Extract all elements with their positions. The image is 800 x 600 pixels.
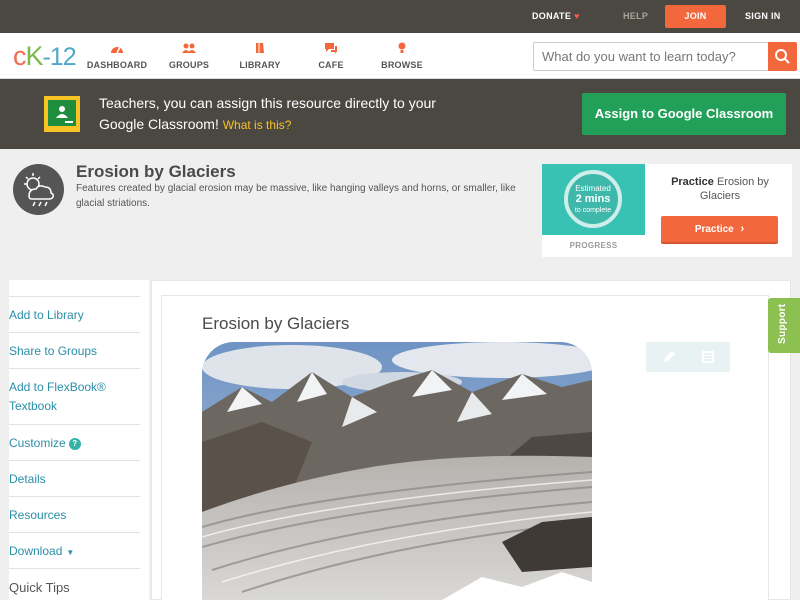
support-label: Support <box>777 303 788 344</box>
sidebar-item-add-to-library[interactable]: Add to Library <box>9 296 140 325</box>
content-title: Erosion by Glaciers <box>202 314 350 333</box>
heart-icon: ♥ <box>574 11 580 21</box>
help-icon[interactable]: ? <box>68 438 81 450</box>
download-label: Download <box>9 544 63 558</box>
library-icon <box>256 43 264 53</box>
nav-label: DASHBOARD <box>86 60 148 70</box>
customize-label: Customize <box>9 436 66 450</box>
chevron-right-icon: › <box>740 223 745 235</box>
cafe-icon <box>325 43 337 54</box>
annotation-toolbar <box>646 342 730 372</box>
google-classroom-icon <box>44 96 80 132</box>
estimated-minutes: 2 mins <box>575 193 611 205</box>
sidebar-item-customize[interactable]: Customize? <box>9 424 140 453</box>
caret-down-icon: ▼ <box>66 548 75 557</box>
assign-to-google-classroom-button[interactable]: Assign to Google Classroom <box>582 93 786 135</box>
sidebar-item-add-to-flexbook[interactable]: Add to FlexBook® Textbook <box>9 368 140 416</box>
ck12-logo[interactable]: cK-12 <box>13 41 77 72</box>
dashboard-icon <box>111 46 123 54</box>
nav-label: GROUPS <box>168 60 210 70</box>
search-button[interactable] <box>768 42 797 71</box>
sidebar-item-resources[interactable]: Resources <box>9 496 140 525</box>
sidebar: Add to Library Share to Groups Add to Fl… <box>9 280 149 600</box>
nav-item-browse[interactable]: BROWSE <box>367 42 437 70</box>
estimated-time-badge: Estimated 2 mins to complete <box>564 170 622 228</box>
search-input[interactable] <box>534 43 768 70</box>
classroom-banner-text: Teachers, you can assign this resource d… <box>99 93 459 136</box>
sidebar-item-download[interactable]: Download ▼ <box>9 532 140 562</box>
search-icon <box>775 49 790 64</box>
donate-label: DONATE <box>532 11 572 21</box>
search-box <box>533 42 797 71</box>
support-tab[interactable]: Support <box>768 298 800 353</box>
glacier-image <box>202 342 592 600</box>
browse-icon <box>398 42 406 53</box>
topic-description: Features created by glacial erosion may … <box>76 183 516 209</box>
practice-card: Estimated 2 mins to complete PROGRESS Pr… <box>542 164 792 257</box>
nav-label: CAFE <box>318 60 344 70</box>
sign-in-link[interactable]: SIGN IN <box>745 0 781 33</box>
help-link[interactable]: HELP <box>623 0 648 33</box>
what-is-this-link[interactable]: What is this? <box>223 118 292 132</box>
donate-link[interactable]: DONATE ♥ <box>532 0 580 33</box>
logo-12: -12 <box>42 43 77 71</box>
nav-item-cafe[interactable]: CAFE <box>296 42 366 70</box>
join-button[interactable]: JOIN <box>665 5 726 28</box>
nav-label: LIBRARY <box>239 60 281 70</box>
practice-button[interactable]: Practice › <box>661 216 778 244</box>
main-nav: cK-12 DASHBOARD GROUPS LIBRARY CAFE BROW… <box>0 33 800 79</box>
logo-c: c <box>13 41 26 71</box>
sidebar-item-share-to-groups[interactable]: Share to Groups <box>9 332 140 361</box>
to-complete-label: to complete <box>574 207 612 214</box>
nav-item-groups[interactable]: GROUPS <box>154 42 224 70</box>
practice-title-bold: Practice <box>671 176 714 188</box>
practice-button-label: Practice <box>694 224 734 235</box>
estimated-label: Estimated <box>575 184 611 193</box>
progress-graphic: Estimated 2 mins to complete <box>542 164 645 235</box>
logo-k: K <box>25 41 44 71</box>
sidebar-item-quick-tips[interactable]: Quick Tips <box>9 568 140 597</box>
nav-label: BROWSE <box>381 60 423 70</box>
top-bar: DONATE ♥ HELP JOIN SIGN IN <box>0 0 800 33</box>
nav-item-dashboard[interactable]: DASHBOARD <box>82 42 152 70</box>
practice-title: Practice Erosion by Glaciers <box>657 175 783 203</box>
sidebar-item-details[interactable]: Details <box>9 460 140 489</box>
nav-item-library[interactable]: LIBRARY <box>225 42 295 70</box>
progress-label: PROGRESS <box>569 241 618 250</box>
weather-icon <box>13 164 64 215</box>
notes-icon[interactable] <box>700 349 716 365</box>
page-title: Erosion by Glaciers <box>76 162 236 181</box>
pencil-icon[interactable] <box>661 349 677 365</box>
groups-icon <box>182 43 196 53</box>
